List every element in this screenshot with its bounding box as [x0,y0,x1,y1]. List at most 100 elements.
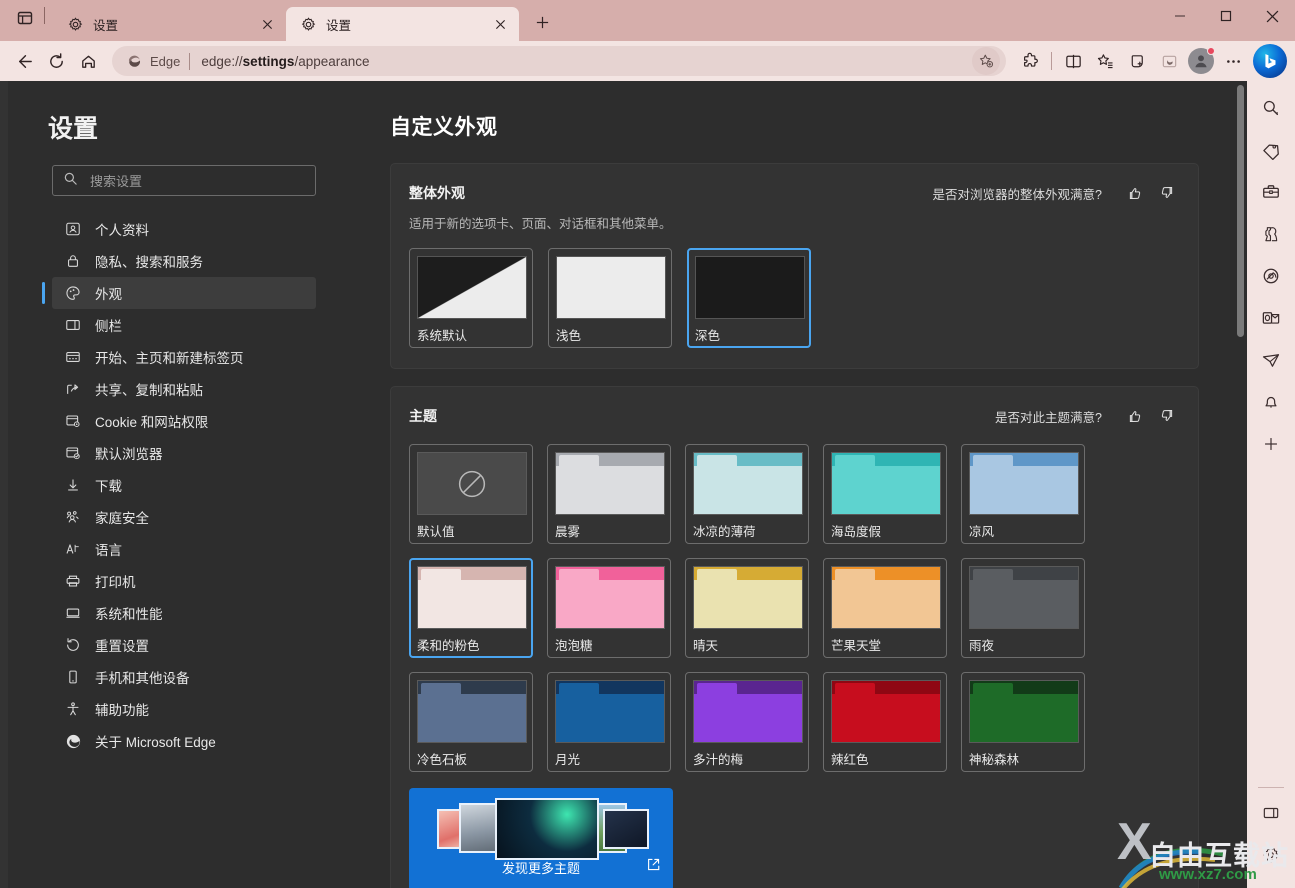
search-input[interactable]: 搜索设置 [52,165,316,196]
back-button[interactable] [8,45,40,77]
appearance-option-label: 浅色 [556,329,582,343]
sidebar-item-about-edge[interactable]: 关于 Microsoft Edge [52,725,316,757]
thumbs-up-icon[interactable] [1122,403,1148,429]
theme-card[interactable]: 默认值 [409,444,533,544]
theme-card[interactable]: 辣红色 [823,672,947,772]
search-icon[interactable] [1254,91,1288,125]
sidebar-item-accessibility[interactable]: 辅助功能 [52,693,316,725]
sidebar-item-start-home-newtab[interactable]: 开始、主页和新建标签页 [52,341,316,373]
theme-card[interactable]: 晨雾 [547,444,671,544]
sidebar-item-share-copy-paste[interactable]: 共享、复制和粘贴 [52,373,316,405]
minimize-button[interactable] [1157,0,1203,32]
notification-bell-icon[interactable] [1254,385,1288,419]
theme-card[interactable]: 雨夜 [961,558,1085,658]
theme-grid: 默认值 晨雾 冰凉的薄荷 海岛度假 凉风柔和的粉色 泡泡糖 晴天 芒果天堂 雨夜冷色石板 月光 多汁… [391,429,1198,780]
sidebar-item-sidebar[interactable]: 侧栏 [52,309,316,341]
bing-copilot-icon[interactable] [1253,44,1287,78]
address-bar[interactable]: Edge edge://settings/appearance [112,46,1006,76]
close-icon[interactable] [256,13,278,35]
sidebar-item-phone-other-devices[interactable]: 手机和其他设备 [52,661,316,693]
browser-tab-2[interactable]: 设置 [286,7,519,41]
sidebar-item-appearance[interactable]: 外观 [42,277,316,309]
star-plus-icon[interactable] [972,47,1000,75]
avatar[interactable] [1188,47,1215,74]
phone-icon [64,668,82,686]
thumbs-up-icon[interactable] [1122,180,1148,206]
close-icon[interactable] [489,13,511,35]
sidebar-item-reset-settings[interactable]: 重置设置 [52,629,316,661]
sidebar-item-profile[interactable]: 个人资料 [52,213,316,245]
telegram-send-icon[interactable] [1254,343,1288,377]
theme-card[interactable]: 芒果天堂 [823,558,947,658]
home-button[interactable] [72,45,104,77]
theme-card[interactable]: 泡泡糖 [547,558,671,658]
preview-image-5 [603,809,649,849]
theme-card[interactable]: 晴天 [685,558,809,658]
theme-card[interactable]: 冰凉的薄荷 [685,444,809,544]
theme-swatch [693,566,803,629]
sidebar-settings-gear-icon[interactable] [1254,838,1288,872]
thumbs-down-icon[interactable] [1154,403,1180,429]
games-icon[interactable] [1254,217,1288,251]
settings-more-button[interactable] [1217,45,1249,77]
theme-swatch-body [418,694,526,742]
theme-swatch-active-tab [973,569,1013,580]
sidebar-item-label: 语言 [95,543,122,558]
tab-title: 设置 [326,18,352,33]
add-plus-icon[interactable] [1254,427,1288,461]
appearance-option-light[interactable]: 浅色 [548,248,672,348]
theme-card[interactable]: 多汁的梅 [685,672,809,772]
appearance-option-system[interactable]: 系统默认 [409,248,533,348]
sidebar-item-languages[interactable]: 语言 [52,533,316,565]
scrollbar-thumb[interactable] [1237,85,1244,337]
split-screen-button[interactable] [1057,45,1089,77]
theme-card[interactable]: 柔和的粉色 [409,558,533,658]
sidebar-item-printers[interactable]: 打印机 [52,565,316,597]
overall-feedback: 是否对浏览器的整体外观满意? [933,180,1180,206]
maximize-button[interactable] [1203,0,1249,32]
sidebar-item-cookies-permissions[interactable]: Cookie 和网站权限 [52,405,316,437]
theme-card[interactable]: 海岛度假 [823,444,947,544]
extensions-button[interactable] [1014,45,1046,77]
content-scrollbar[interactable] [1233,81,1247,888]
theme-card[interactable]: 冷色石板 [409,672,533,772]
theme-card[interactable]: 神秘森林 [961,672,1085,772]
default-browser-icon [64,444,82,462]
new-tab-button[interactable] [527,7,557,37]
discover-more-themes-banner[interactable]: 发现更多主题 [409,788,673,888]
favorites-button[interactable] [1089,45,1121,77]
collections-button[interactable] [1121,45,1153,77]
theme-card[interactable]: 凉风 [961,444,1085,544]
drop-media-icon[interactable] [1254,259,1288,293]
tab-strip: 设置 设置 [0,0,1295,41]
sidebar-toggle-icon[interactable] [1254,796,1288,830]
edge-icon [126,53,143,70]
sidebar-item-system-performance[interactable]: 系统和性能 [52,597,316,629]
omnibox-url[interactable]: edge://settings/appearance [201,54,972,69]
section-heading: 主题 [409,408,437,424]
browser-essentials-button[interactable] [1153,45,1185,77]
sidebar-item-label: 个人资料 [95,223,149,238]
toolbar-divider [1051,52,1052,70]
sidebar-item-family-safety[interactable]: 家庭安全 [52,501,316,533]
profile-button[interactable] [1185,45,1217,77]
theme-swatch [969,680,1079,743]
outlook-icon[interactable] [1254,301,1288,335]
tab-search-icon[interactable] [10,3,40,33]
theme-card[interactable]: 月光 [547,672,671,772]
appearance-option-dark[interactable]: 深色 [687,248,811,348]
url-prefix: edge:// [201,53,243,69]
external-link-icon [646,857,661,877]
browser-tab-1[interactable]: 设置 [53,7,286,41]
shopping-tag-icon[interactable] [1254,133,1288,167]
sidebar-item-label: 手机和其他设备 [95,671,190,686]
close-window-button[interactable] [1249,0,1295,32]
tools-icon[interactable] [1254,175,1288,209]
thumbs-down-icon[interactable] [1154,180,1180,206]
themes-card: 主题 是否对此主题满意? 默认值 晨雾 冰凉的薄荷 海岛度假 凉风 柔和的粉色 泡泡糖 晴天 芒… [390,386,1199,888]
refresh-button[interactable] [40,45,72,77]
url-bold-part: settings [242,53,295,69]
sidebar-item-privacy[interactable]: 隐私、搜索和服务 [52,245,316,277]
sidebar-item-downloads[interactable]: 下载 [52,469,316,501]
sidebar-item-default-browser[interactable]: 默认浏览器 [52,437,316,469]
